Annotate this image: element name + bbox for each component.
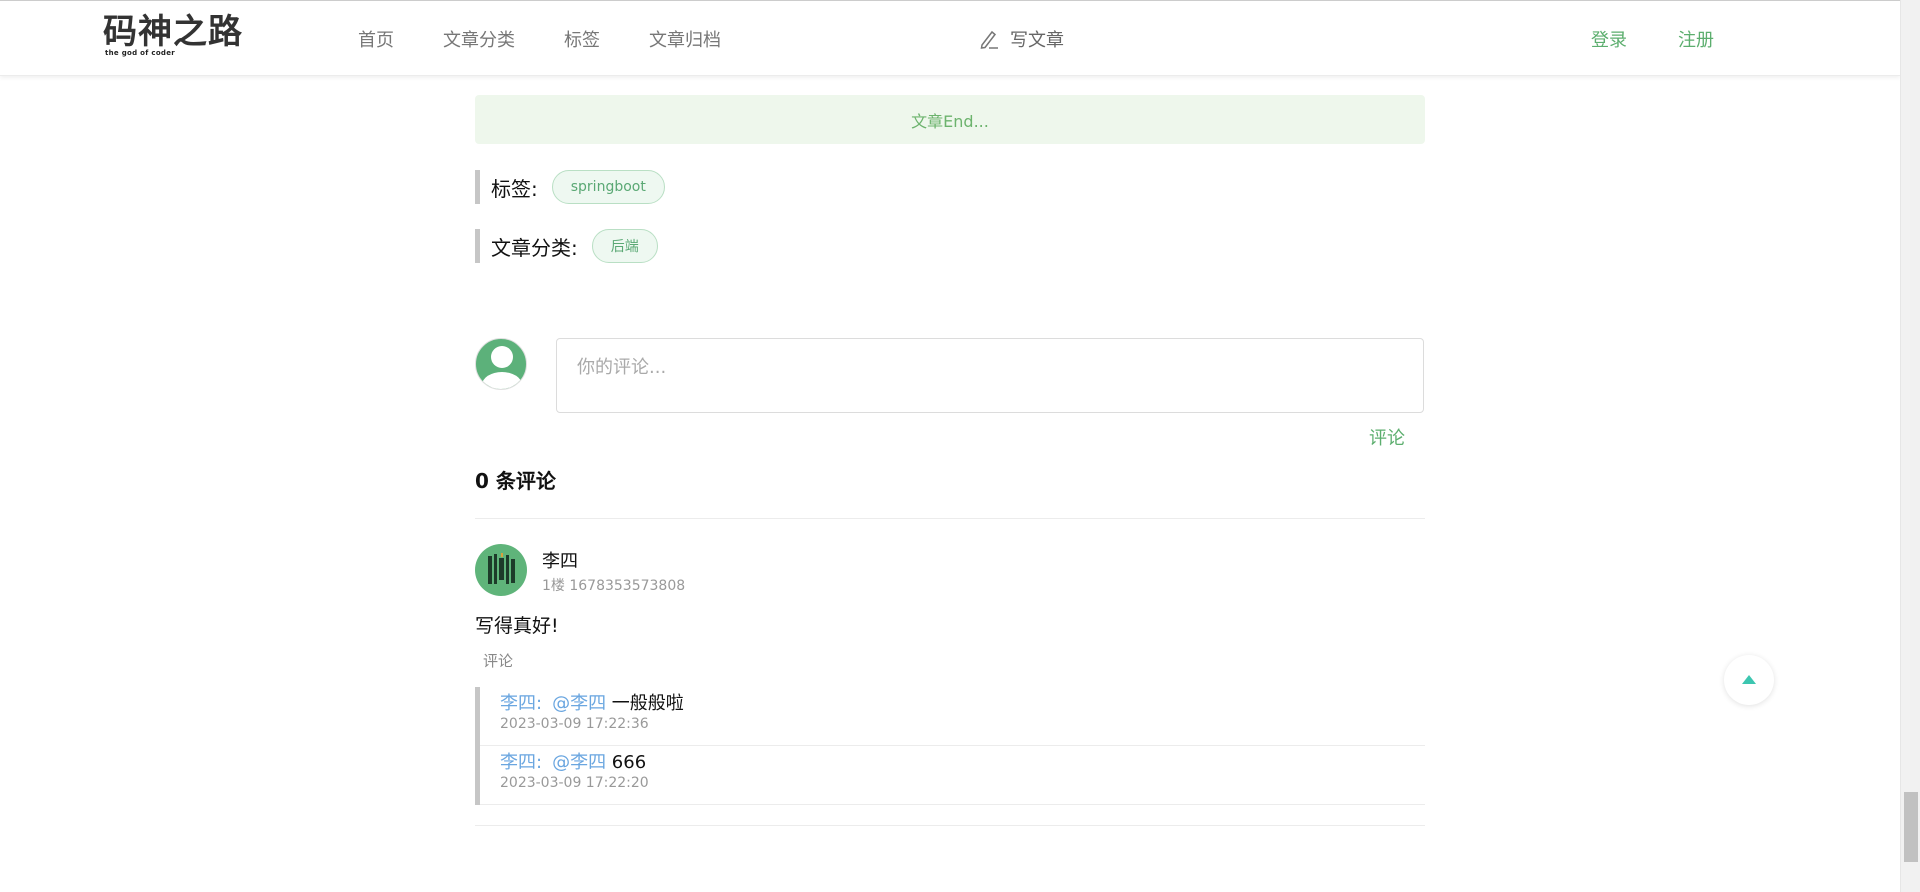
- comment-input[interactable]: [556, 338, 1424, 413]
- nav-categories[interactable]: 文章分类: [443, 26, 515, 52]
- reply-mention[interactable]: @李四: [552, 752, 606, 773]
- comment-count-title: 0 条评论: [475, 469, 556, 493]
- login-link[interactable]: 登录: [1591, 1, 1627, 77]
- scrollbar-thumb[interactable]: [1904, 792, 1918, 862]
- reply-content: 666: [606, 752, 647, 773]
- reply-content: 一般般啦: [606, 693, 684, 714]
- back-to-top-button[interactable]: [1724, 655, 1774, 705]
- caret-up-icon: [1742, 675, 1756, 684]
- edit-pen-icon: [980, 30, 998, 49]
- category-row-bar: [475, 229, 480, 263]
- main-nav: 首页 文章分类 标签 文章归档: [358, 1, 770, 77]
- nav-tags[interactable]: 标签: [564, 26, 600, 52]
- top-nav-bar: 码神之路 the god of coder 首页 文章分类 标签 文章归档 写文…: [0, 0, 1900, 76]
- reply-mention[interactable]: @李四: [552, 693, 606, 714]
- reply-author[interactable]: 李四:: [500, 752, 542, 773]
- logo-text: 码神之路: [103, 12, 243, 52]
- comments-end-divider: [475, 825, 1425, 826]
- comment-author-avatar[interactable]: [475, 544, 527, 596]
- comment-author-name[interactable]: 李四: [542, 547, 578, 573]
- article-end-banner: 文章End...: [475, 95, 1425, 144]
- page-scrollbar[interactable]: [1900, 0, 1920, 892]
- nav-archive[interactable]: 文章归档: [649, 26, 721, 52]
- category-label: 文章分类:: [491, 235, 578, 260]
- reply-list: 李四: @李四 一般般啦 2023-03-09 17:22:36 李四: @李四 6…: [475, 687, 1425, 805]
- nav-home[interactable]: 首页: [358, 26, 394, 52]
- tags-row-bar: [475, 170, 480, 204]
- reply-author[interactable]: 李四:: [500, 693, 542, 714]
- default-user-icon: [482, 346, 522, 389]
- tags-label: 标签:: [491, 176, 538, 201]
- tags-row: 标签: springboot: [475, 170, 665, 204]
- logo-subtitle: the god of coder: [105, 49, 176, 57]
- site-logo[interactable]: 码神之路 the god of coder: [103, 13, 243, 63]
- reply-item: 李四: @李四 一般般啦 2023-03-09 17:22:36: [480, 687, 1425, 746]
- comments-divider: [475, 518, 1425, 519]
- current-user-avatar: [475, 338, 527, 390]
- reply-comment-link[interactable]: 评论: [483, 650, 513, 671]
- comment-content: 写得真好!: [475, 615, 559, 637]
- reply-timestamp: 2023-03-09 17:22:36: [500, 716, 649, 732]
- category-badge[interactable]: 后端: [591, 229, 658, 263]
- logo-avatar-icon: [488, 553, 515, 584]
- tag-badge[interactable]: springboot: [551, 170, 665, 204]
- comment-floor-info: 1楼 1678353573808: [542, 578, 686, 594]
- category-row: 文章分类: 后端: [475, 229, 658, 263]
- write-article-button[interactable]: 写文章: [978, 1, 1064, 77]
- reply-timestamp: 2023-03-09 17:22:20: [500, 775, 649, 791]
- submit-comment-button[interactable]: 评论: [1369, 424, 1405, 450]
- reply-item: 李四: @李四 666 2023-03-09 17:22:20: [480, 746, 1425, 805]
- write-article-label: 写文章: [1010, 30, 1064, 51]
- register-link[interactable]: 注册: [1678, 1, 1714, 77]
